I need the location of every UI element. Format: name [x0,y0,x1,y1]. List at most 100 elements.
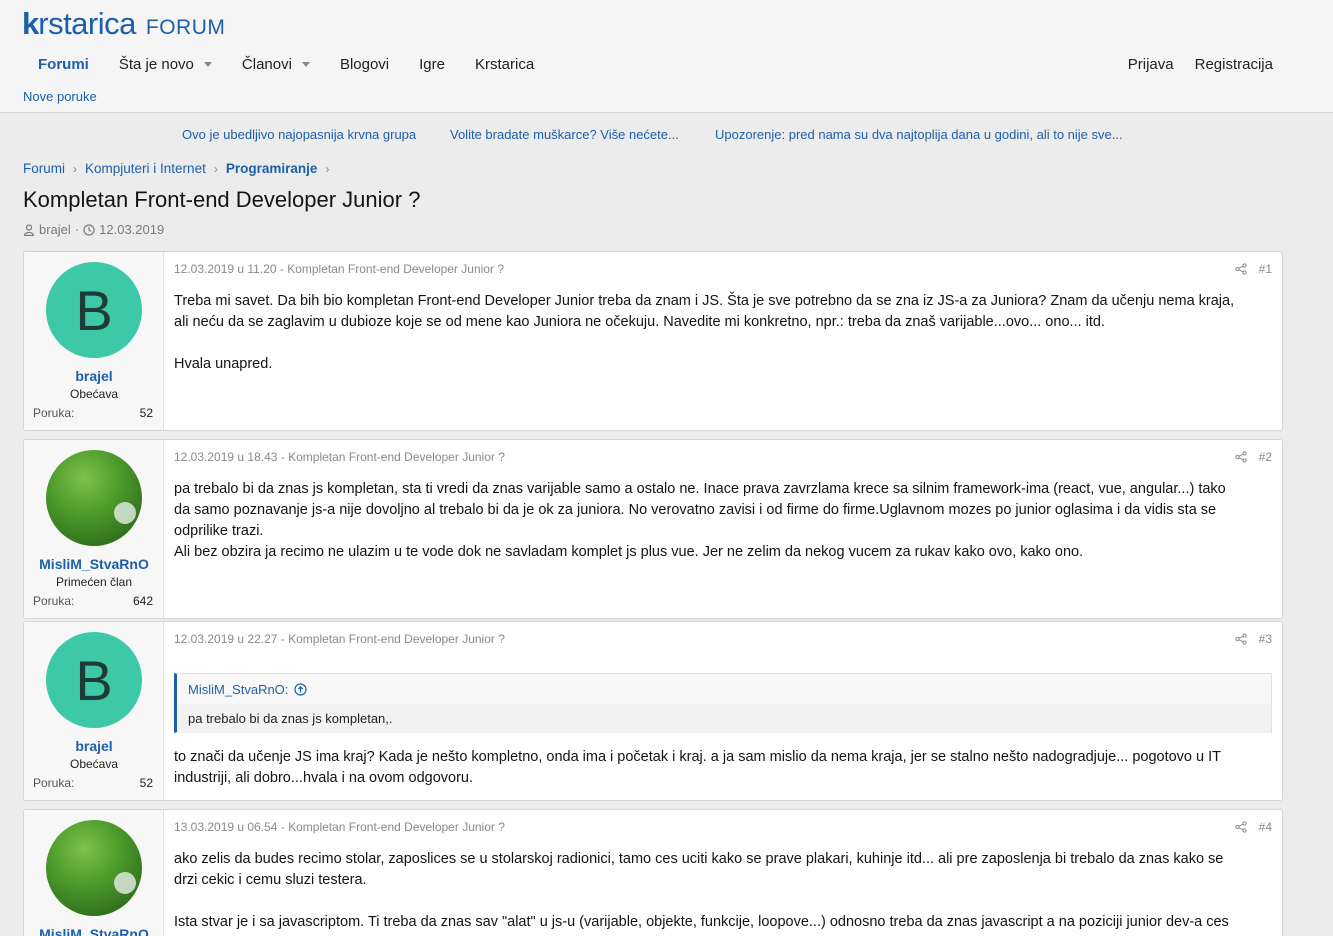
breadcrumb-kompjuteri[interactable]: Kompjuteri i Internet [85,161,206,176]
share-icon[interactable] [1235,633,1247,645]
post-number[interactable]: #2 [1259,450,1272,464]
stat-label: Poruka: [33,406,75,420]
post-actions: #4 [1235,820,1272,834]
thread-author[interactable]: brajel [39,222,71,237]
post-number[interactable]: #3 [1259,632,1272,646]
logo-forum-label: FORUM [145,16,226,39]
nav-clanovi[interactable]: Članovi [242,56,310,73]
logo-wordmark: rstarica [38,6,136,41]
subnav-new-posts[interactable]: Nove poruke [23,89,97,104]
nav-clanovi-label: Članovi [241,55,292,73]
post: MisliM_StvaRnO Primećen član Poruka: 642 … [23,439,1283,619]
post-date-link[interactable]: 12.03.2019 u 18.43 - Kompletan Front-end… [174,450,505,464]
post-main: 12.03.2019 u 22.27 - Kompletan Front-end… [174,622,1272,800]
post-text: industriji, ali dobro...hvala i na ovom … [174,770,474,786]
post-body: to znači da učenje JS ima kraj? Kada je … [174,747,1272,789]
post-number[interactable]: #4 [1259,820,1272,834]
user-title: Obećava [69,757,119,771]
stat-label: Poruka: [33,594,75,608]
page-title: Kompletan Front-end Developer Junior ? [23,187,421,212]
nav-sta-je-novo[interactable]: Šta je novo [119,56,212,73]
thread-date[interactable]: 12.03.2019 [99,222,164,237]
username[interactable]: MisliM_StvaRnO [24,926,164,936]
post-text: Hvala unapred. [174,356,273,372]
chevron-right-icon: › [325,161,330,176]
post-main: 12.03.2019 u 11.20 - Kompletan Front-end… [174,252,1272,430]
notice-bar: Ovo je ubedljivo najopasnija krvna grupa… [0,127,1333,147]
register-link[interactable]: Registracija [1195,56,1273,73]
post-text: to znači da učenje JS ima kraj? Kada je … [174,749,1221,765]
post-actions: #2 [1235,450,1272,464]
avatar[interactable]: B [46,262,142,358]
site-logo[interactable]: k rstarica FORUM [22,6,225,42]
stat-value: 52 [139,776,153,790]
chevron-right-icon: › [213,161,218,176]
user-stat: Poruka: 52 [33,776,153,790]
user-title: Primećen član [55,575,133,589]
post-header: 12.03.2019 u 18.43 - Kompletan Front-end… [174,450,1272,466]
quote-text: pa trebalo bi da znas js kompletan,. [177,704,1271,733]
meta-separator: · [74,222,80,237]
post-date-link[interactable]: 12.03.2019 u 11.20 - Kompletan Front-end… [174,262,504,276]
clock-icon [83,223,95,236]
avatar[interactable] [46,450,142,546]
notice-link-2[interactable]: Volite bradate muškarce? Više nećete... [450,127,679,142]
nav-sta-je-novo-label: Šta je novo [118,55,194,73]
avatar-ball [114,502,136,524]
username[interactable]: brajel [24,368,164,384]
post: B brajel Obećava Poruka: 52 12.03.2019 u … [23,251,1283,431]
post-user-panel: B brajel Obećava Poruka: 52 [24,252,164,430]
post-number[interactable]: #1 [1259,262,1272,276]
account-nav: Prijava Registracija [1107,50,1273,78]
chevron-down-icon[interactable] [203,61,212,67]
avatar-ball [114,872,136,894]
post-text: drzi cekic i cemu sluzi testera. [174,872,367,888]
chevron-right-icon: › [73,161,78,176]
post-text: da samo poznavanje js-a nije dovoljno al… [174,502,1217,518]
user-title: Obećava [69,387,119,401]
nav-krstarica[interactable]: Krstarica [475,56,534,73]
share-icon[interactable] [1235,821,1247,833]
username[interactable]: brajel [24,738,164,754]
avatar[interactable]: B [46,632,142,728]
post-actions: #1 [1235,262,1272,276]
post-date-link[interactable]: 13.03.2019 u 06.54 - Kompletan Front-end… [174,820,505,834]
notice-link-3[interactable]: Upozorenje: pred nama su dva najtoplija … [715,127,1123,142]
post-text: pa trebalo bi da znas js kompletan, sta … [174,481,1226,497]
post-body: Treba mi savet. Da bih bio kompletan Fro… [174,291,1272,375]
nav-forumi[interactable]: Forumi [38,56,89,73]
nav-igre[interactable]: Igre [419,56,445,73]
nav-blogovi[interactable]: Blogovi [340,56,389,73]
post-date-link[interactable]: 12.03.2019 u 22.27 - Kompletan Front-end… [174,632,505,646]
arrow-up-circle-icon[interactable] [294,683,308,696]
login-link[interactable]: Prijava [1128,56,1174,73]
logo-letter-k: k [22,6,39,41]
user-stat: Poruka: 642 [33,594,153,608]
avatar[interactable] [46,820,142,916]
stat-value: 642 [132,594,153,608]
chevron-down-icon[interactable] [301,61,310,67]
notice-link-1[interactable]: Ovo je ubedljivo najopasnija krvna grupa [182,127,416,142]
post-main: 13.03.2019 u 06.54 - Kompletan Front-end… [174,810,1272,936]
quote-author-link[interactable]: MisliM_StvaRnO: [188,682,288,697]
share-icon[interactable] [1235,451,1247,463]
post-header: 12.03.2019 u 11.20 - Kompletan Front-end… [174,262,1272,278]
post-user-panel: MisliM_StvaRnO [24,810,164,936]
username[interactable]: MisliM_StvaRnO [24,556,164,572]
post-main: 12.03.2019 u 18.43 - Kompletan Front-end… [174,440,1272,618]
post: MisliM_StvaRnO 13.03.2019 u 06.54 - Komp… [23,809,1283,936]
post-text: Ista stvar je i sa javascriptom. Ti treb… [174,914,1229,930]
stat-value: 52 [139,406,153,420]
breadcrumb-programiranje[interactable]: Programiranje [226,161,318,176]
post-text: Ali bez obzira ja recimo ne ulazim u te … [174,544,1084,560]
post-user-panel: MisliM_StvaRnO Primećen član Poruka: 642 [24,440,164,618]
post-body: pa trebalo bi da znas js kompletan, sta … [174,479,1272,563]
breadcrumb: Forumi › Kompjuteri i Internet › Program… [23,161,337,176]
breadcrumb-forumi[interactable]: Forumi [23,161,65,176]
share-icon[interactable] [1235,263,1247,275]
post-text: ali neću da se zaglavim u dubioze koje s… [174,314,1105,330]
post-header: 13.03.2019 u 06.54 - Kompletan Front-end… [174,820,1272,836]
post-user-panel: B brajel Obećava Poruka: 52 [24,622,164,800]
post-actions: #3 [1235,632,1272,646]
thread-meta: brajel · 12.03.2019 [23,222,164,237]
